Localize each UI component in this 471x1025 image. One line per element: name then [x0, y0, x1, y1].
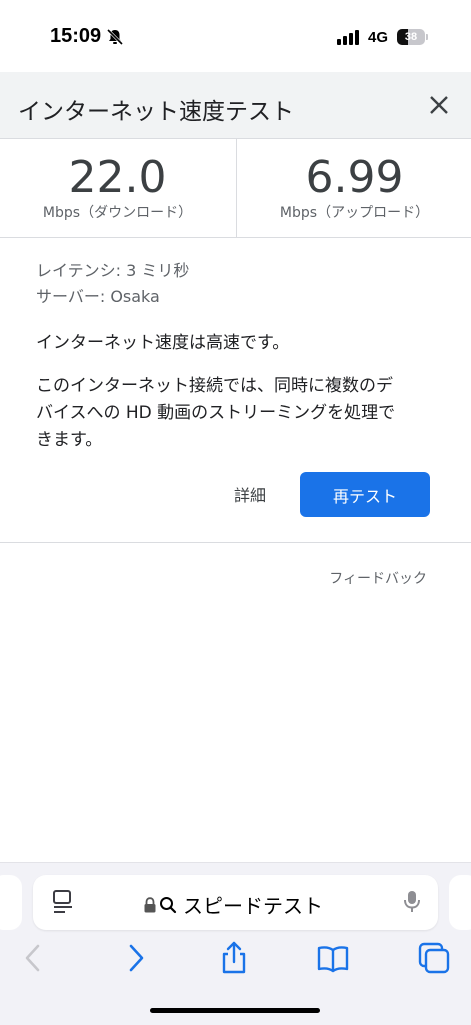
back-icon[interactable] [17, 941, 51, 975]
browser-toolbar: スピードテスト [0, 862, 471, 1025]
reader-icon[interactable] [51, 889, 75, 915]
divider [0, 542, 471, 543]
upload-value: 6.99 [305, 152, 404, 203]
server-text: サーバー: Osaka [36, 287, 160, 306]
mic-icon[interactable] [401, 889, 423, 915]
forward-icon[interactable] [119, 941, 153, 975]
speed-results: 22.0 Mbps（ダウンロード） 6.99 Mbps（アップロード） [0, 139, 471, 238]
description-line: このインターネット接続では、同時に複数のデ [36, 376, 393, 396]
upload-unit: Mbps（アップロード） [279, 205, 430, 221]
signal-icon [337, 30, 359, 45]
next-tab-preview[interactable] [449, 875, 471, 930]
address-content: スピードテスト [143, 890, 323, 919]
retest-button[interactable]: 再テスト [300, 472, 430, 517]
connection-info: レイテンシ: 3 ミリ秒 サーバー: Osaka [36, 258, 436, 310]
summary-text: インターネット速度は高速です。 [36, 333, 290, 353]
previous-tab-preview[interactable] [0, 875, 22, 930]
bookmarks-icon[interactable] [316, 941, 350, 975]
close-button[interactable] [424, 90, 454, 120]
share-icon[interactable] [217, 941, 251, 975]
address-bar[interactable]: スピードテスト [33, 875, 438, 930]
latency-text: レイテンシ: 3 ミリ秒 [36, 261, 190, 280]
download-result: 22.0 Mbps（ダウンロード） [0, 139, 235, 237]
page-title: インターネット速度テスト [18, 99, 294, 125]
lock-icon [144, 896, 156, 912]
status-time: 15:09 [50, 25, 102, 47]
upload-result: 6.99 Mbps（アップロード） [236, 139, 471, 237]
download-value: 22.0 [68, 152, 167, 203]
description-text: このインターネット接続では、同時に複数のデ バイスへの HD 動画のストリーミン… [36, 373, 436, 454]
close-icon [430, 96, 448, 114]
feedback-link[interactable]: フィードバック [329, 568, 427, 588]
download-unit: Mbps（ダウンロード） [42, 205, 193, 221]
details-link[interactable]: 詳細 [234, 482, 266, 506]
home-indicator [150, 1008, 320, 1013]
network-type: 4G [368, 29, 389, 46]
bell-slash-icon [106, 28, 124, 46]
status-bar: 15:09 4G 38 [0, 0, 471, 72]
description-line: きます。 [36, 430, 103, 450]
battery-cap [426, 34, 428, 40]
description-line: バイスへの HD 動画のストリーミングを処理で [36, 403, 396, 423]
address-text: スピードテスト [183, 894, 323, 918]
header: インターネット速度テスト [0, 72, 471, 139]
battery-percent: 38 [404, 31, 418, 43]
search-icon [160, 896, 177, 913]
battery-icon: 38 [397, 29, 425, 45]
tabs-icon[interactable] [417, 941, 451, 975]
